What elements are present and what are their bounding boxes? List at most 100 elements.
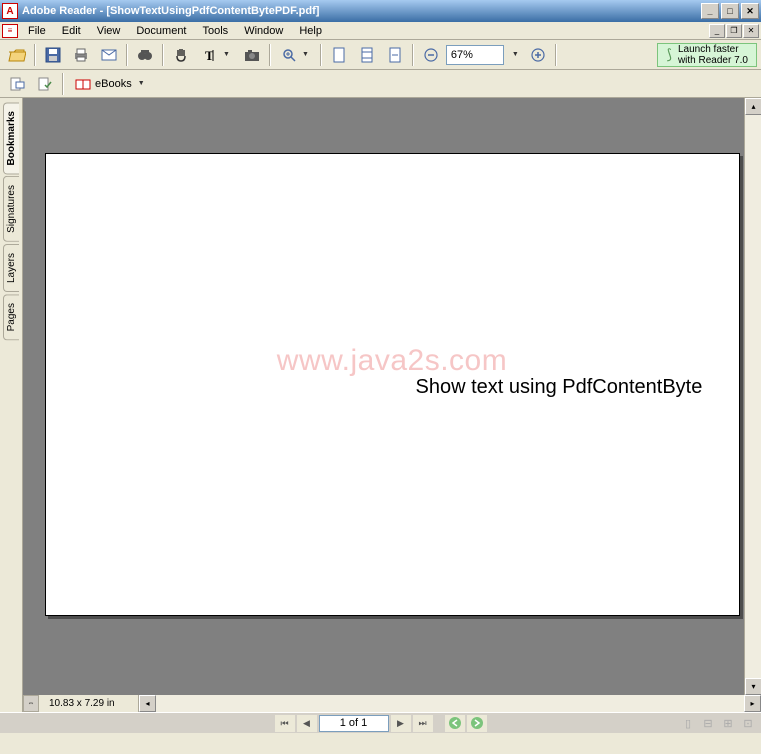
menu-edit[interactable]: Edit — [54, 23, 89, 39]
prev-page-button[interactable]: ◀ — [297, 715, 317, 732]
content-area: Bookmarks Signatures Layers Pages www.ja… — [0, 98, 761, 712]
snapshot-tool-button[interactable] — [239, 43, 265, 67]
mdi-restore-button[interactable]: ❐ — [726, 24, 742, 38]
floppy-disk-icon — [45, 47, 61, 63]
first-page-button[interactable]: ⏮ — [275, 715, 295, 732]
zoom-in-circle-button[interactable] — [525, 43, 551, 67]
fit-width-button[interactable] — [382, 43, 408, 67]
tab-bookmarks[interactable]: Bookmarks — [3, 102, 19, 174]
plus-circle-icon — [531, 48, 545, 62]
document-scroll-area[interactable]: www.java2s.com Show text using PdfConten… — [23, 98, 761, 712]
close-button[interactable]: ✕ — [741, 3, 759, 19]
prev-view-button[interactable] — [445, 715, 465, 732]
minus-circle-icon — [424, 48, 438, 62]
email-button[interactable] — [96, 43, 122, 67]
single-page-view-button[interactable]: ▯ — [679, 715, 697, 731]
toolbar-separator — [162, 44, 164, 66]
chevron-down-icon: ▼ — [302, 51, 309, 58]
review-comments-button[interactable] — [4, 72, 30, 96]
review-tracker-button[interactable] — [32, 72, 58, 96]
arrow-left-circle-icon — [448, 716, 462, 730]
window-title: Adobe Reader - [ShowTextUsingPdfContentB… — [22, 5, 701, 17]
document-footer: ⇔ 10.83 x 7.29 in ◂ ▸ — [23, 695, 761, 712]
scroll-right-button[interactable]: ▸ — [744, 695, 761, 712]
page-width-icon — [388, 47, 402, 63]
document-viewport: www.java2s.com Show text using PdfConten… — [23, 98, 761, 712]
menu-bar: ≡ File Edit View Document Tools Window H… — [0, 22, 761, 40]
titlebar: A Adobe Reader - [ShowTextUsingPdfConten… — [0, 0, 761, 22]
horizontal-scrollbar[interactable]: ◂ ▸ — [139, 695, 761, 712]
ebooks-button[interactable]: eBooks ▼ — [68, 74, 152, 94]
save-button[interactable] — [40, 43, 66, 67]
printer-icon — [73, 47, 89, 63]
document-note-icon — [9, 76, 25, 92]
vertical-scrollbar[interactable]: ▴ ▾ — [744, 98, 761, 695]
folder-open-icon — [8, 47, 26, 63]
toolbar-separator — [320, 44, 322, 66]
banner-line1: Launch faster — [678, 44, 748, 55]
menu-help[interactable]: Help — [291, 23, 330, 39]
pane-toggle-button[interactable]: ⇔ — [23, 695, 39, 712]
document-name: [ShowTextUsingPdfContentBytePDF.pdf] — [106, 5, 319, 17]
ebooks-icon — [75, 77, 91, 91]
chevron-down-icon: ▼ — [223, 51, 230, 58]
menu-tools[interactable]: Tools — [195, 23, 237, 39]
tab-signatures[interactable]: Signatures — [3, 176, 19, 242]
continuous-view-button[interactable]: ⊟ — [699, 715, 717, 731]
search-button[interactable] — [132, 43, 158, 67]
hscroll-track[interactable] — [156, 695, 744, 712]
zoom-in-button[interactable]: ▼ — [275, 43, 316, 67]
banner-line2: with Reader 7.0 — [678, 55, 748, 66]
toolbar-separator — [555, 44, 557, 66]
scroll-down-button[interactable]: ▾ — [745, 678, 761, 695]
scroll-up-button[interactable]: ▴ — [745, 98, 761, 115]
actual-size-button[interactable] — [326, 43, 352, 67]
navigation-pane: Bookmarks Signatures Layers Pages — [0, 98, 23, 712]
toolbar-separator — [34, 44, 36, 66]
chevron-down-icon: ▼ — [138, 80, 145, 87]
secondary-toolbar: eBooks ▼ — [0, 70, 761, 98]
mdi-close-button[interactable]: ✕ — [743, 24, 759, 38]
binoculars-icon — [137, 48, 153, 62]
launch-faster-banner[interactable]: ⟆ Launch faster with Reader 7.0 — [657, 43, 757, 67]
text-cursor-icon: T — [203, 48, 217, 62]
watermark-text: www.java2s.com — [277, 344, 507, 378]
main-toolbar: T ▼ ▼ ▼ ⟆ Launch faster with Reader 7.0 — [0, 40, 761, 70]
fit-page-button[interactable] — [354, 43, 380, 67]
print-button[interactable] — [68, 43, 94, 67]
menu-window[interactable]: Window — [236, 23, 291, 39]
status-bar: ⏮ ◀ ▶ ⏭ ▯ ⊟ ⊞ ⊡ — [0, 712, 761, 733]
tab-pages[interactable]: Pages — [3, 294, 19, 340]
last-page-button[interactable]: ⏭ — [413, 715, 433, 732]
maximize-button[interactable]: □ — [721, 3, 739, 19]
document-icon[interactable]: ≡ — [2, 24, 18, 38]
next-page-button[interactable]: ▶ — [391, 715, 411, 732]
minimize-button[interactable]: _ — [701, 3, 719, 19]
app-name: Adobe Reader — [22, 5, 97, 17]
hand-icon — [173, 47, 189, 63]
toolbar-separator — [412, 44, 414, 66]
page-number-input[interactable] — [319, 715, 389, 732]
continuous-facing-view-button[interactable]: ⊡ — [739, 715, 757, 731]
menu-document[interactable]: Document — [128, 23, 194, 39]
zoom-input[interactable] — [446, 45, 504, 65]
vscroll-track[interactable] — [745, 115, 761, 678]
speed-icon: ⟆ — [666, 47, 671, 62]
text-select-tool-button[interactable]: T ▼ — [196, 43, 237, 67]
adobe-reader-icon: A — [2, 3, 18, 19]
scroll-left-button[interactable]: ◂ — [139, 695, 156, 712]
next-view-button[interactable] — [467, 715, 487, 732]
facing-view-button[interactable]: ⊞ — [719, 715, 737, 731]
menu-file[interactable]: File — [20, 23, 54, 39]
ebooks-label: eBooks — [95, 78, 132, 90]
magnifier-plus-icon — [282, 48, 296, 62]
arrow-right-circle-icon — [470, 716, 484, 730]
chevron-down-icon[interactable]: ▼ — [508, 51, 523, 58]
tab-layers[interactable]: Layers — [3, 244, 19, 292]
hand-tool-button[interactable] — [168, 43, 194, 67]
toolbar-separator — [62, 73, 64, 95]
mdi-minimize-button[interactable]: _ — [709, 24, 725, 38]
zoom-out-button[interactable] — [418, 43, 444, 67]
menu-view[interactable]: View — [89, 23, 129, 39]
open-button[interactable] — [4, 43, 30, 67]
